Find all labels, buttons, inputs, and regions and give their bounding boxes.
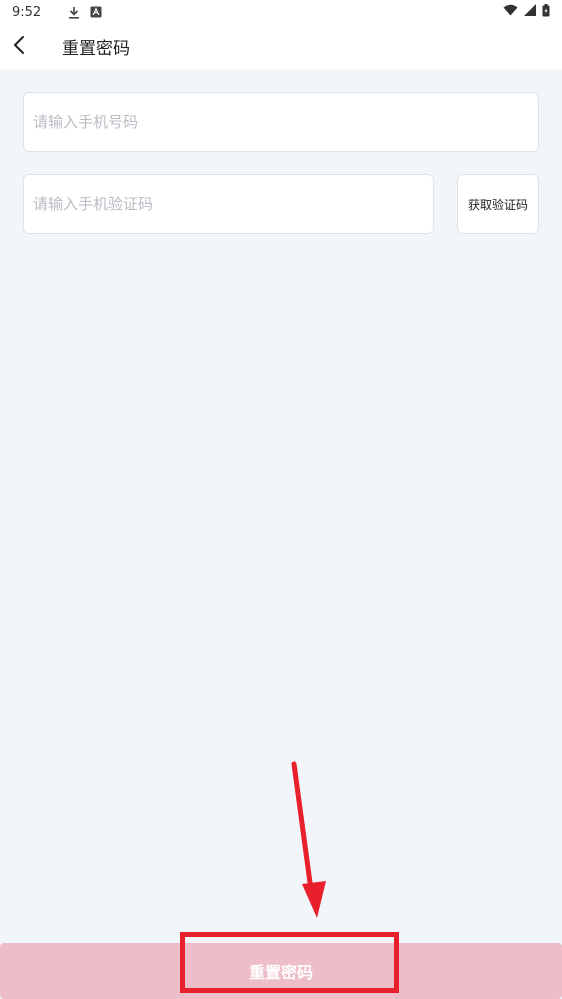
phone-input[interactable]: [24, 93, 538, 151]
app-bar: 重置密码: [0, 24, 562, 69]
footer: 重置密码: [0, 943, 562, 999]
status-time: 9:52: [12, 4, 42, 20]
status-bar: 9:52: [0, 0, 562, 24]
get-code-button[interactable]: 获取验证码: [457, 174, 539, 234]
verification-code-input[interactable]: [24, 175, 433, 233]
battery-icon: [542, 3, 550, 21]
back-button[interactable]: [12, 24, 60, 69]
reset-form: 获取验证码: [0, 69, 562, 943]
chevron-left-icon: [12, 35, 26, 59]
phone-field-container: [23, 92, 539, 152]
reset-password-button[interactable]: 重置密码: [0, 943, 562, 999]
code-field-container: [23, 174, 434, 234]
status-right-icons: [503, 3, 550, 21]
signal-icon: [524, 4, 536, 20]
wifi-icon: [503, 4, 518, 20]
page-title: 重置密码: [62, 39, 130, 59]
a-badge-icon: [89, 5, 103, 19]
download-icon: [67, 5, 81, 19]
